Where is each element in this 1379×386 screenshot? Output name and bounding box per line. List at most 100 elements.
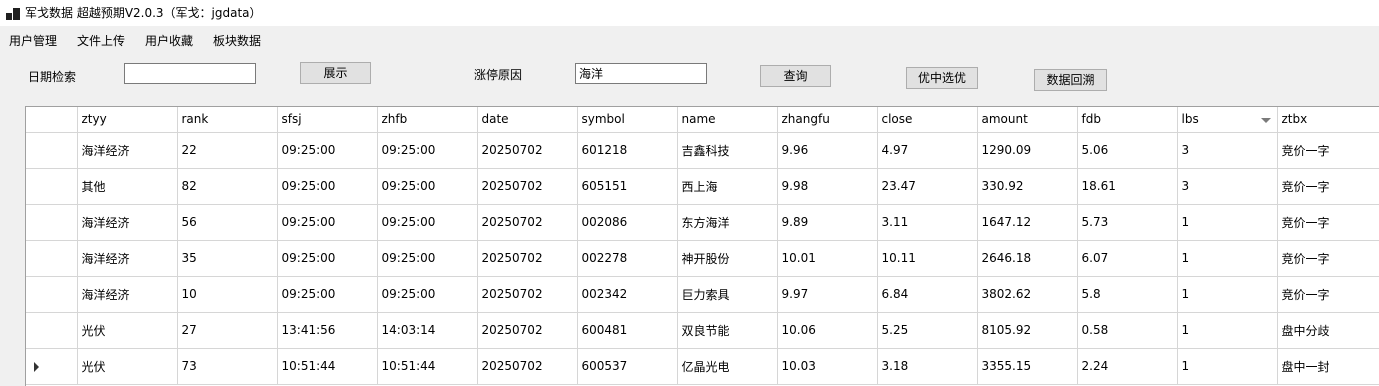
cell-ztyy[interactable]: 海洋经济 [77,132,178,169]
cell-zhfb[interactable]: 09:25:00 [377,240,478,277]
cell-zhfb[interactable]: 14:03:14 [377,312,478,349]
cell-symbol[interactable]: 002278 [577,240,678,277]
cell-date[interactable]: 20250702 [477,168,578,205]
column-header-lbs[interactable]: lbs [1177,107,1278,133]
cell-symbol[interactable]: 002342 [577,276,678,313]
column-header-ztbx[interactable]: ztbx [1277,107,1379,133]
cell-lbs[interactable]: 1 [1177,276,1278,313]
cell-sfsj[interactable]: 09:25:00 [277,132,378,169]
row-header-cell[interactable] [26,348,78,385]
table-row[interactable]: 光伏 27 13:41:56 14:03:14 20250702 600481 双良节能 10… [26,312,1379,349]
cell-fdb[interactable]: 18.61 [1077,168,1178,205]
data-backtrack-button[interactable]: 数据回溯 [1034,69,1107,91]
column-header-date[interactable]: date [477,107,578,133]
cell-amount[interactable]: 3802.62 [977,276,1078,313]
cell-sfsj[interactable]: 10:51:44 [277,348,378,385]
cell-lbs[interactable]: 1 [1177,240,1278,277]
cell-name[interactable]: 西上海 [677,168,778,205]
cell-zhangfu[interactable]: 10.06 [777,312,878,349]
cell-close[interactable]: 10.11 [877,240,978,277]
cell-fdb[interactable]: 2.24 [1077,348,1178,385]
cell-fdb[interactable]: 5.73 [1077,204,1178,241]
cell-zhfb[interactable]: 09:25:00 [377,168,478,205]
column-header-sfsj[interactable]: sfsj [277,107,378,133]
column-header-symbol[interactable]: symbol [577,107,678,133]
cell-fdb[interactable]: 5.06 [1077,132,1178,169]
cell-zhfb[interactable]: 09:25:00 [377,276,478,313]
cell-date[interactable]: 20250702 [477,276,578,313]
row-header-cell[interactable] [26,132,78,169]
cell-ztyy[interactable]: 其他 [77,168,178,205]
cell-sfsj[interactable]: 13:41:56 [277,312,378,349]
row-header-cell[interactable] [26,204,78,241]
table-row[interactable]: 光伏 73 10:51:44 10:51:44 20250702 600537 亿晶光电 10… [26,348,1379,385]
cell-sfsj[interactable]: 09:25:00 [277,204,378,241]
date-search-input[interactable] [124,63,256,84]
cell-zhangfu[interactable]: 10.01 [777,240,878,277]
cell-zhfb[interactable]: 09:25:00 [377,204,478,241]
cell-rank[interactable]: 35 [177,240,278,277]
column-header-zhfb[interactable]: zhfb [377,107,478,133]
cell-date[interactable]: 20250702 [477,204,578,241]
cell-ztbx[interactable]: 竞价一字 [1277,240,1379,277]
cell-rank[interactable]: 82 [177,168,278,205]
cell-name[interactable]: 吉鑫科技 [677,132,778,169]
cell-name[interactable]: 东方海洋 [677,204,778,241]
menu-user-favorites[interactable]: 用户收藏 [145,32,193,49]
data-grid[interactable]: ztyy rank sfsj zhfb date symbol name zha… [25,106,1379,386]
cell-close[interactable]: 5.25 [877,312,978,349]
limit-reason-input[interactable] [575,63,707,84]
corner-header-cell[interactable] [26,107,78,133]
column-header-ztyy[interactable]: ztyy [77,107,178,133]
cell-ztbx[interactable]: 竞价一字 [1277,132,1379,169]
cell-symbol[interactable]: 600481 [577,312,678,349]
cell-amount[interactable]: 1647.12 [977,204,1078,241]
cell-zhfb[interactable]: 09:25:00 [377,132,478,169]
cell-close[interactable]: 6.84 [877,276,978,313]
row-header-cell[interactable] [26,312,78,349]
cell-lbs[interactable]: 1 [1177,348,1278,385]
cell-ztyy[interactable]: 光伏 [77,348,178,385]
cell-amount[interactable]: 3355.15 [977,348,1078,385]
cell-lbs[interactable]: 3 [1177,168,1278,205]
column-header-close[interactable]: close [877,107,978,133]
cell-zhangfu[interactable]: 9.96 [777,132,878,169]
cell-ztbx[interactable]: 竞价一字 [1277,204,1379,241]
cell-amount[interactable]: 8105.92 [977,312,1078,349]
cell-close[interactable]: 3.18 [877,348,978,385]
cell-lbs[interactable]: 3 [1177,132,1278,169]
cell-amount[interactable]: 1290.09 [977,132,1078,169]
table-row[interactable]: 海洋经济 22 09:25:00 09:25:00 20250702 601218 吉鑫科技… [26,132,1379,169]
column-header-name[interactable]: name [677,107,778,133]
cell-symbol[interactable]: 605151 [577,168,678,205]
show-button[interactable]: 展示 [300,62,371,84]
row-header-cell[interactable] [26,168,78,205]
cell-date[interactable]: 20250702 [477,240,578,277]
cell-ztyy[interactable]: 光伏 [77,312,178,349]
cell-rank[interactable]: 73 [177,348,278,385]
cell-symbol[interactable]: 601218 [577,132,678,169]
menu-sector-data[interactable]: 板块数据 [213,32,261,49]
cell-rank[interactable]: 22 [177,132,278,169]
cell-zhangfu[interactable]: 10.03 [777,348,878,385]
column-header-rank[interactable]: rank [177,107,278,133]
cell-zhangfu[interactable]: 9.89 [777,204,878,241]
table-row[interactable]: 其他 82 09:25:00 09:25:00 20250702 605151 西上海 9.9… [26,168,1379,205]
table-row[interactable]: 海洋经济 10 09:25:00 09:25:00 20250702 002342 巨力索具… [26,276,1379,313]
cell-rank[interactable]: 56 [177,204,278,241]
cell-ztyy[interactable]: 海洋经济 [77,276,178,313]
menu-file-upload[interactable]: 文件上传 [77,32,125,49]
cell-close[interactable]: 4.97 [877,132,978,169]
pick-best-button[interactable]: 优中选优 [906,67,978,89]
cell-ztyy[interactable]: 海洋经济 [77,240,178,277]
cell-amount[interactable]: 330.92 [977,168,1078,205]
cell-ztbx[interactable]: 盘中一封 [1277,348,1379,385]
table-row[interactable]: 海洋经济 56 09:25:00 09:25:00 20250702 002086 东方海洋… [26,204,1379,241]
cell-fdb[interactable]: 5.8 [1077,276,1178,313]
cell-zhangfu[interactable]: 9.98 [777,168,878,205]
cell-name[interactable]: 亿晶光电 [677,348,778,385]
cell-date[interactable]: 20250702 [477,132,578,169]
cell-close[interactable]: 23.47 [877,168,978,205]
cell-sfsj[interactable]: 09:25:00 [277,240,378,277]
table-row[interactable]: 海洋经济 35 09:25:00 09:25:00 20250702 002278 神开股份… [26,240,1379,277]
